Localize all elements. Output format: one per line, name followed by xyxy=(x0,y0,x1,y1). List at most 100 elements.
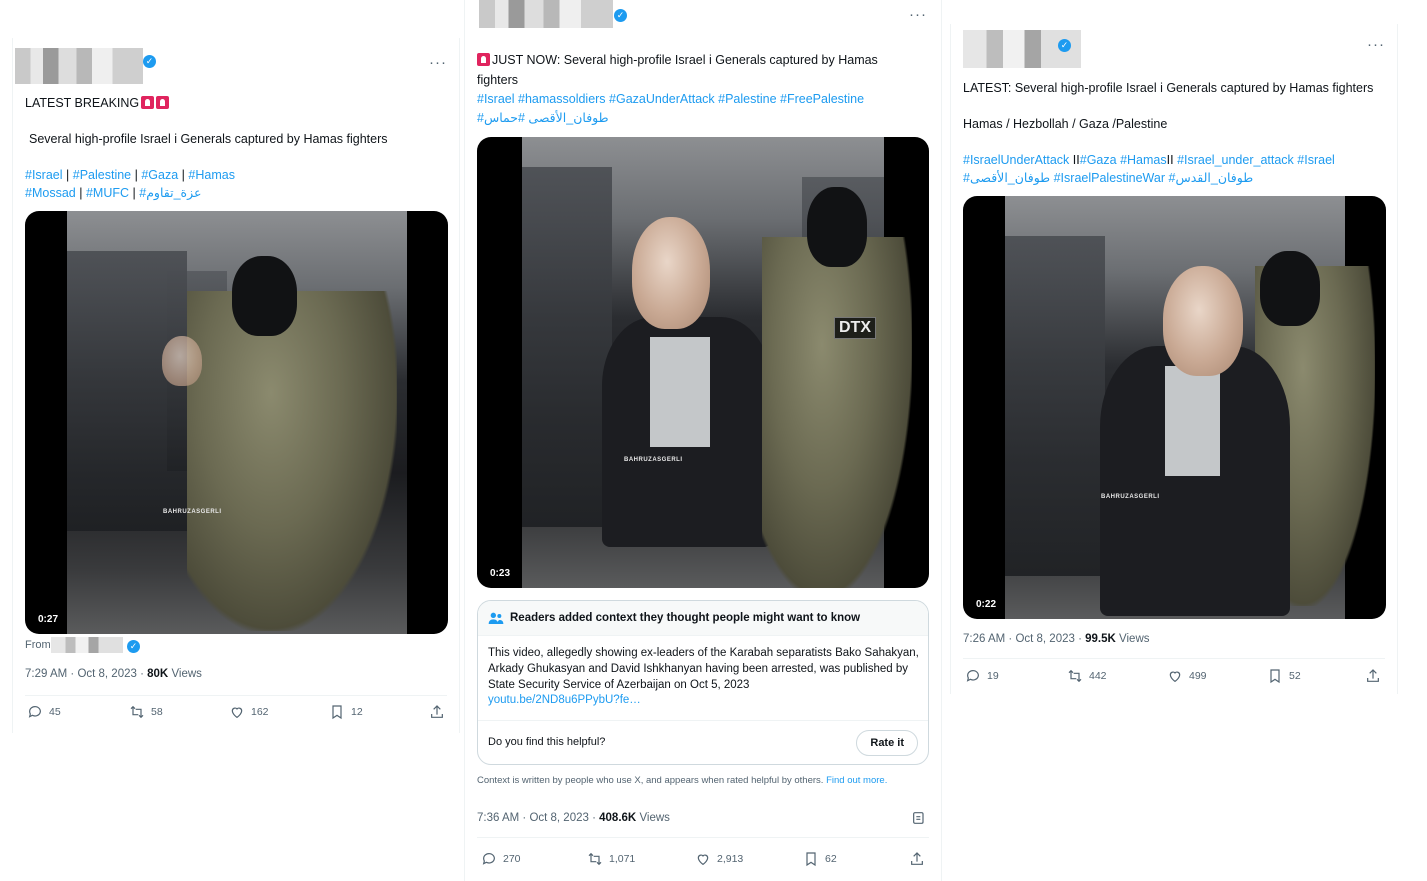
repost-button[interactable]: 58 xyxy=(129,704,163,720)
reply-button[interactable]: 45 xyxy=(27,704,61,720)
tweet-time[interactable]: 7:26 AM xyxy=(963,633,1005,645)
hashtag[interactable]: #Israel xyxy=(25,168,63,182)
video-player[interactable]: BAHRUZASGERLI 0:22 xyxy=(963,196,1386,619)
hashtag[interactable]: #عزة_تقاوم xyxy=(139,186,201,200)
video-duration: 0:22 xyxy=(973,598,1000,611)
tweet-text-line-2: Hamas / Hezbollah / Gaza /Palestine xyxy=(963,117,1168,131)
blurred-source-name[interactable] xyxy=(51,637,123,653)
share-icon xyxy=(911,852,923,865)
action-bar: 19 442 499 52 xyxy=(951,668,1397,688)
hashtag[interactable]: #Palestine xyxy=(73,168,131,182)
like-button[interactable]: 162 xyxy=(229,704,269,720)
tweet-time[interactable]: 7:36 AM xyxy=(477,812,519,824)
reply-button[interactable]: 19 xyxy=(965,668,999,684)
hashtag[interactable]: #hamassoldiers xyxy=(518,92,606,106)
view-count: 408.6K xyxy=(599,812,637,824)
hashtag-line: #طوفان_الأقصى #حماس xyxy=(477,109,609,127)
video-player[interactable]: DTX BAHRUZASGERLI 0:23 xyxy=(477,137,929,588)
video-duration: 0:27 xyxy=(35,613,62,626)
helpful-question: Do you find this helpful? xyxy=(488,736,606,748)
hashtag[interactable]: #Gaza xyxy=(141,168,178,182)
video-frame xyxy=(1005,196,1375,619)
divider xyxy=(25,695,447,696)
community-note-link[interactable]: youtu.be/2ND8u6PPybU?fe… xyxy=(488,694,641,706)
repost-icon xyxy=(1068,669,1082,683)
tweet-card-2: ✓ ··· JUST NOW: Several high-profile Isr… xyxy=(464,0,942,881)
tweet-date[interactable]: Oct 8, 2023 xyxy=(1015,633,1074,645)
blurred-author-name[interactable] xyxy=(479,0,613,28)
hashtag[interactable]: #GazaUnderAttack xyxy=(609,92,715,106)
tweet-time[interactable]: 7:29 AM xyxy=(25,668,67,680)
share-button[interactable] xyxy=(429,704,445,720)
action-bar: 45 58 162 12 xyxy=(13,704,459,724)
bookmark-button[interactable]: 62 xyxy=(803,851,837,867)
heart-icon xyxy=(1169,671,1181,683)
tweet-header: ✓ ··· xyxy=(951,30,1397,70)
tweet-meta: 7:29 AM · Oct 8, 2023 · 80K Views xyxy=(25,668,202,680)
rate-it-button[interactable]: Rate it xyxy=(856,730,918,756)
hashtag[interactable]: #طوفان_الأقصى xyxy=(963,171,1050,185)
people-icon xyxy=(488,612,504,624)
heart-icon xyxy=(697,854,709,866)
reply-button[interactable]: 270 xyxy=(481,851,521,867)
tweet-card-1: ✓ ··· LATEST BREAKING Several high-profi… xyxy=(12,38,460,733)
verified-badge-icon: ✓ xyxy=(1058,39,1071,52)
bookmark-button[interactable]: 12 xyxy=(329,704,363,720)
analytics-icon[interactable] xyxy=(911,810,927,826)
tweet-meta: 7:26 AM · Oct 8, 2023 · 99.5K Views xyxy=(963,633,1150,645)
like-button[interactable]: 499 xyxy=(1167,668,1207,684)
more-options-icon[interactable]: ··· xyxy=(1367,36,1385,53)
bookmark-icon xyxy=(332,705,342,720)
hashtag[interactable]: #حماس xyxy=(484,111,525,125)
community-note-header: Readers added context they thought peopl… xyxy=(478,601,928,636)
share-icon xyxy=(431,705,443,718)
hashtag[interactable]: #Hamas xyxy=(188,168,235,182)
share-button[interactable] xyxy=(909,851,925,867)
bookmark-button[interactable]: 52 xyxy=(1267,668,1301,684)
find-out-more-link[interactable]: Find out more. xyxy=(826,775,887,786)
video-watermark: BAHRUZASGERLI xyxy=(624,457,683,463)
tweet-date[interactable]: Oct 8, 2023 xyxy=(529,812,588,824)
community-note: Readers added context they thought peopl… xyxy=(477,600,929,765)
tweet-text-line-1: LATEST BREAKING xyxy=(25,94,170,112)
hashtag[interactable]: #Palestine xyxy=(718,92,776,106)
siren-emoji-icon xyxy=(477,53,490,66)
blurred-author-name[interactable] xyxy=(15,48,143,84)
more-options-icon[interactable]: ··· xyxy=(909,6,927,23)
video-player[interactable]: BAHRUZASGERLI 0:27 xyxy=(25,211,448,634)
hashtag[interactable]: #Hamas xyxy=(1120,153,1167,167)
video-duration: 0:23 xyxy=(487,567,514,580)
repost-button[interactable]: 442 xyxy=(1067,668,1107,684)
hashtag[interactable]: #IsraelUnderAttack xyxy=(963,153,1069,167)
siren-emoji-icon xyxy=(156,96,170,109)
divider xyxy=(963,658,1385,659)
video-frame xyxy=(67,211,407,634)
like-button[interactable]: 2,913 xyxy=(695,851,743,867)
tweet-card-3: ✓ ··· LATEST: Several high-profile Israe… xyxy=(950,24,1398,694)
share-button[interactable] xyxy=(1365,668,1381,684)
hashtag[interactable]: #Israel_under_attack xyxy=(1177,153,1294,167)
hashtag[interactable]: #Gaza xyxy=(1080,153,1117,167)
more-options-icon[interactable]: ··· xyxy=(429,54,447,71)
hashtag-line: #Israel | #Palestine | #Gaza | #Hamas xyxy=(25,168,235,182)
tweet-date[interactable]: Oct 8, 2023 xyxy=(77,668,136,680)
repost-button[interactable]: 1,071 xyxy=(587,851,635,867)
hashtag[interactable]: #IsraelPalestineWar xyxy=(1054,171,1165,185)
verified-badge-icon: ✓ xyxy=(143,55,156,68)
video-watermark: BAHRUZASGERLI xyxy=(1101,494,1160,500)
hashtag[interactable]: #Israel xyxy=(477,92,515,106)
community-note-body: This video, allegedly showing ex-leaders… xyxy=(488,647,919,691)
community-note-footer: Do you find this helpful? Rate it xyxy=(478,720,928,764)
tweet-header: ✓ ··· xyxy=(465,0,941,40)
hashtag[interactable]: #Israel xyxy=(1297,153,1335,167)
hashtag[interactable]: #MUFC xyxy=(86,186,129,200)
action-bar: 270 1,071 2,913 62 xyxy=(465,851,941,871)
hashtag-line: #طوفان_الأقصى #IsraelPalestineWar #طوفان… xyxy=(963,169,1253,187)
hashtag[interactable]: #طوفان_القدس xyxy=(1168,171,1253,185)
bookmark-icon xyxy=(1270,669,1280,684)
hashtag[interactable]: #FreePalestine xyxy=(780,92,864,106)
reply-icon xyxy=(28,706,41,718)
bookmark-icon xyxy=(806,852,816,867)
hashtag[interactable]: #Mossad xyxy=(25,186,76,200)
hashtag-line: #Israel #hamassoldiers #GazaUnderAttack … xyxy=(477,90,864,108)
